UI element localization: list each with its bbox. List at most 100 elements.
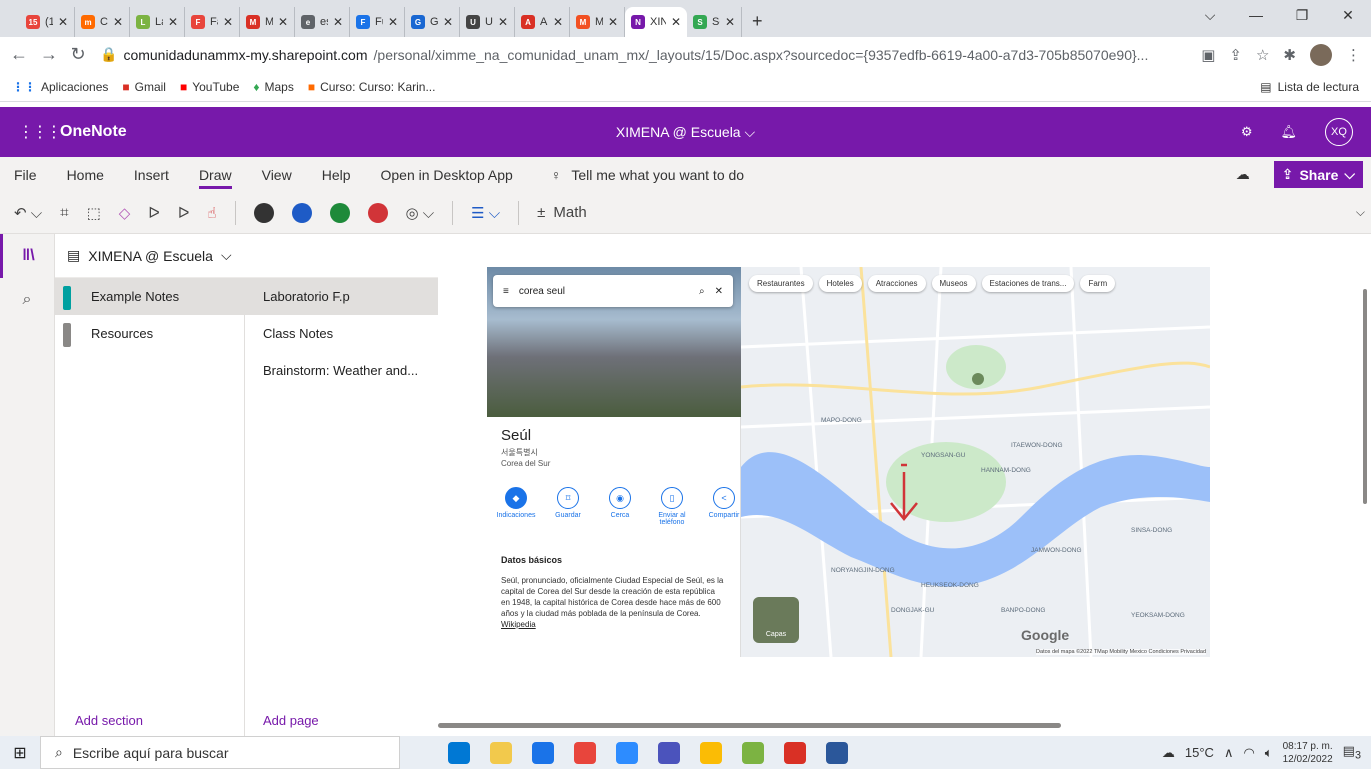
clock[interactable]: 08:17 p. m. 12/02/2022 (1283, 740, 1333, 766)
tab-close-icon[interactable]: ✕ (58, 15, 68, 29)
taskbar-search[interactable]: ⌕ Escribe aquí para buscar (40, 736, 400, 769)
extensions-icon[interactable]: ✱ (1283, 46, 1296, 64)
taskbar-app-icon[interactable] (574, 741, 596, 764)
menu-icon[interactable]: ≡ (503, 286, 509, 297)
lasso-select-icon[interactable]: ⬚ (87, 204, 101, 222)
category-chip[interactable]: Restaurantes (749, 275, 813, 292)
add-section-button[interactable]: Add section (75, 713, 143, 728)
restore-icon[interactable]: ❐ (1279, 0, 1325, 30)
tab-close-icon[interactable]: ✕ (608, 15, 618, 29)
browser-tab[interactable]: A Am ✕ (515, 7, 570, 37)
close-window-icon[interactable]: ✕ (1325, 0, 1371, 30)
tab-close-icon[interactable]: ✕ (278, 15, 288, 29)
weather-temp[interactable]: 15°C (1185, 745, 1214, 760)
tab-close-icon[interactable]: ✕ (671, 15, 681, 29)
category-chip[interactable]: Museos (931, 275, 976, 292)
share-button[interactable]: ⇪ Share ⌵ (1273, 161, 1363, 188)
section-item[interactable]: Example Notes (55, 278, 244, 315)
notebook-selector[interactable]: ▤ XIMENA @ Escuela ⌵ (55, 234, 438, 278)
tab-close-icon[interactable]: ✕ (113, 15, 123, 29)
browser-tab[interactable]: L Lab ✕ (130, 7, 185, 37)
notebook-title[interactable]: XIMENA @ Escuela ⌵ (0, 124, 1371, 141)
browser-tab[interactable]: 15 (15) ✕ (20, 7, 75, 37)
ribbon-tab-insert[interactable]: Insert (134, 161, 169, 189)
tab-close-icon[interactable]: ✕ (333, 15, 343, 29)
category-chip[interactable]: Atracciones (867, 275, 926, 292)
taskbar-app-icon[interactable] (616, 741, 638, 764)
reload-icon[interactable]: ↻ (70, 44, 86, 65)
category-chip[interactable]: Hoteles (818, 275, 862, 292)
ribbon-expand-icon[interactable]: ⌵ (1356, 205, 1365, 220)
category-chip[interactable]: Farm (1080, 275, 1116, 292)
section-item[interactable]: Resources (55, 315, 244, 352)
pen-color-swatch[interactable] (367, 202, 388, 223)
browser-tab[interactable]: U Uni ✕ (460, 7, 515, 37)
math-button[interactable]: ± Math (537, 204, 587, 221)
tab-close-icon[interactable]: ✕ (443, 15, 453, 29)
new-tab-button[interactable]: + (742, 11, 773, 37)
url-field[interactable]: 🔒 comunidadunammx-my.sharepoint.com/pers… (100, 46, 1187, 63)
taskbar-app-icon[interactable] (784, 741, 806, 764)
browser-tab[interactable]: F Fac ✕ (185, 7, 240, 37)
pen-icon[interactable]: ᐅ (148, 204, 160, 222)
bookmark-item[interactable]: ♦ Maps (253, 80, 293, 94)
notification-bell-icon[interactable]: 🔔︎ (1280, 124, 1297, 140)
add-page-button[interactable]: Add page (263, 713, 319, 728)
vertical-scrollbar[interactable] (1361, 234, 1371, 736)
volume-icon[interactable]: 🔈︎ (1265, 745, 1273, 761)
forward-icon[interactable]: → (40, 44, 58, 65)
ink-to-text-icon[interactable]: ⌗ (60, 204, 68, 221)
taskbar-app-icon[interactable] (826, 741, 848, 764)
ribbon-tab-open-in-desktop-app[interactable]: Open in Desktop App (381, 161, 513, 189)
back-icon[interactable]: ← (10, 44, 28, 65)
cloud-sync-icon[interactable]: ☁ (1236, 166, 1250, 183)
taskbar-app-icon[interactable] (700, 741, 722, 764)
more-pens-icon[interactable]: ◎ ⌵ (406, 204, 435, 222)
bookmark-star-icon[interactable]: ☆ (1256, 46, 1269, 64)
page-item[interactable]: Brainstorm: Weather and... (245, 352, 438, 389)
browser-menu-icon[interactable]: ⋮ (1346, 46, 1361, 64)
bookmark-item[interactable]: ■ Curso: Curso: Karin... (308, 80, 436, 94)
browser-tab[interactable]: M Mic ✕ (570, 7, 625, 37)
browser-tab[interactable]: F Fun ✕ (350, 7, 405, 37)
pen-color-swatch[interactable] (253, 202, 274, 223)
browser-tab[interactable]: M Ma ✕ (240, 7, 295, 37)
map-clear-icon[interactable]: ✕ (715, 286, 723, 297)
settings-gear-icon[interactable]: ⚙ (1241, 124, 1253, 140)
highlighter-icon[interactable]: ᐅ (178, 204, 190, 222)
layers-button[interactable]: Capas (753, 597, 799, 643)
notifications-icon[interactable]: ▤3 (1343, 743, 1361, 762)
ribbon-tab-home[interactable]: Home (67, 161, 104, 189)
taskbar-app-icon[interactable] (742, 741, 764, 764)
map-search-box[interactable]: ≡ corea seul ⌕ ✕ (493, 275, 733, 307)
category-chip[interactable]: Estaciones de trans... (981, 275, 1075, 292)
touch-draw-icon[interactable]: ☝ (207, 204, 216, 222)
reading-list-button[interactable]: ▤ Lista de lectura (1260, 80, 1359, 94)
undo-icon[interactable]: ↶ ⌵ (14, 204, 42, 222)
place-action-button[interactable]: ⌑ Guardar (549, 487, 587, 526)
scrollbar-thumb[interactable] (1363, 289, 1367, 504)
tab-close-icon[interactable]: ✕ (168, 15, 178, 29)
pen-color-swatch[interactable] (291, 202, 312, 223)
tell-me-search[interactable]: ♀ Tell me what you want to do (551, 167, 744, 183)
tray-chevron-icon[interactable]: ∧ (1224, 745, 1234, 761)
tab-close-icon[interactable]: ✕ (388, 15, 398, 29)
share-page-icon[interactable]: ⇪ (1229, 46, 1242, 64)
translate-icon[interactable]: ▣ (1201, 46, 1215, 64)
taskbar-app-icon[interactable] (658, 741, 680, 764)
eraser-icon[interactable]: ◇ (119, 204, 131, 222)
line-weight-icon[interactable]: ☰ ⌵ (471, 204, 500, 222)
bookmark-item[interactable]: ⋮⋮ Aplicaciones (12, 80, 108, 94)
browser-tab[interactable]: m Cur ✕ (75, 7, 130, 37)
profile-avatar[interactable] (1310, 43, 1332, 66)
bookmark-item[interactable]: ■ YouTube (180, 80, 239, 94)
user-avatar[interactable]: XQ (1325, 118, 1353, 146)
map-search-icon[interactable]: ⌕ (699, 286, 705, 297)
ribbon-tab-file[interactable]: File (14, 161, 37, 189)
browser-tab[interactable]: S Seú ✕ (687, 7, 742, 37)
browser-tab[interactable]: e es-I ✕ (295, 7, 350, 37)
notebooks-icon[interactable]: ǁ\ (0, 234, 54, 278)
tab-close-icon[interactable]: ✕ (498, 15, 508, 29)
place-action-button[interactable]: ▯ Enviar al teléfono (653, 487, 691, 526)
place-action-button[interactable]: < Compartir (705, 487, 743, 526)
